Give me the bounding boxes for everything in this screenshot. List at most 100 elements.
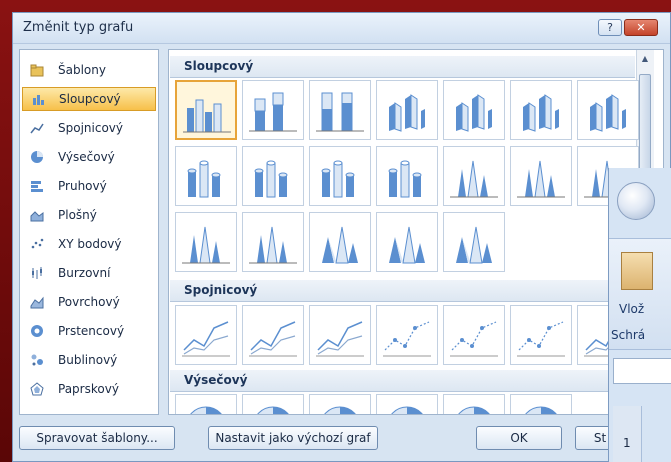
chart-subtype-linem-icon[interactable] [510, 305, 572, 365]
chart-subtype-pie-icon[interactable] [376, 394, 438, 414]
chart-subtype-pyr-icon[interactable] [376, 212, 438, 272]
manage-templates-button[interactable]: Spravovat šablony... [19, 426, 175, 450]
background-excel-window: Vlož Schrá 1 [608, 168, 671, 462]
category-label: Pruhový [58, 179, 107, 193]
chart-subtype-pie-icon[interactable] [443, 394, 505, 414]
category-pie-chart[interactable]: Výsečový [22, 145, 156, 169]
category-bubble-chart[interactable]: Bublinový [22, 348, 156, 372]
line-thumbnail [182, 321, 230, 357]
close-button[interactable]: ✕ [624, 19, 658, 36]
pie-thumbnail [458, 406, 490, 414]
linem-thumbnail [383, 321, 431, 357]
cyl-thumbnail [321, 160, 355, 198]
category-label: Paprskový [58, 382, 119, 396]
help-button[interactable]: ? [598, 19, 622, 36]
linem-thumbnail [517, 321, 565, 357]
chart-type-gallery: Sloupcový Spojnicový Výsečový ▲ [168, 49, 664, 415]
paste-icon[interactable] [621, 252, 653, 290]
chart-subtype-pyr-icon[interactable] [309, 212, 371, 272]
chart-subtype-full-icon[interactable] [309, 80, 371, 140]
formula-bar[interactable] [613, 358, 671, 384]
bar-chart-icon [31, 181, 43, 192]
chart-subtype-line-icon[interactable] [309, 305, 371, 365]
3d-thumbnail [456, 94, 492, 132]
chart-subtype-linem-icon[interactable] [443, 305, 505, 365]
clustered-thumbnail [183, 99, 231, 133]
office-button-icon[interactable] [617, 182, 655, 220]
chart-subtype-line-icon[interactable] [242, 305, 304, 365]
chart-subtype-3d-icon[interactable] [443, 80, 505, 140]
stacked-thumbnail [249, 92, 297, 132]
row-header [613, 406, 642, 462]
pie-thumbnail [324, 406, 356, 414]
category-label: Sloupcový [59, 92, 121, 106]
full-thumbnail [316, 92, 364, 132]
chart-subtype-line-icon[interactable] [175, 305, 237, 365]
pyr-thumbnail [322, 226, 358, 264]
category-label: Bublinový [58, 353, 118, 367]
scroll-up-icon[interactable]: ▲ [639, 54, 651, 66]
clipboard-label: Schrá [611, 328, 646, 342]
category-bar-chart[interactable]: Pruhový [22, 174, 156, 198]
chart-subtype-clustered-icon[interactable] [175, 80, 237, 140]
pie-thumbnail [257, 406, 289, 414]
section-header-line: Spojnicový [170, 280, 635, 302]
pyr-thumbnail [456, 226, 492, 264]
category-line-chart[interactable]: Spojnicový [22, 116, 156, 140]
section-header-pie: Výsečový [170, 370, 635, 392]
category-label: Spojnicový [58, 121, 123, 135]
section-header-column: Sloupcový [170, 56, 635, 78]
category-column-chart[interactable]: Sloupcový [22, 87, 156, 111]
radar-chart-icon [30, 382, 44, 396]
chart-subtype-stacked-icon[interactable] [242, 80, 304, 140]
cone-thumbnail [182, 226, 230, 264]
paste-label: Vlož [619, 302, 645, 316]
cone-thumbnail [450, 160, 498, 198]
chart-subtype-3d-icon[interactable] [510, 80, 572, 140]
category-folder[interactable]: Šablony [22, 58, 156, 82]
chart-subtype-pie-icon[interactable] [309, 394, 371, 414]
cyl-thumbnail [388, 160, 422, 198]
stock-chart-icon [32, 267, 42, 279]
chart-subtype-pie-icon[interactable] [175, 394, 237, 414]
ok-button[interactable]: OK [476, 426, 562, 450]
change-chart-type-dialog: Změnit typ grafu ? ✕ Šablony Sloupcový Spo… [12, 12, 671, 462]
3d-thumbnail [523, 94, 559, 132]
chart-subtype-pie-icon[interactable] [242, 394, 304, 414]
row-number: 1 [623, 436, 631, 450]
chart-subtype-pyr-icon[interactable] [443, 212, 505, 272]
set-default-chart-button[interactable]: Nastavit jako výchozí graf [208, 426, 378, 450]
line-chart-icon [30, 123, 44, 134]
chart-subtype-cone-icon[interactable] [242, 212, 304, 272]
category-radar-chart[interactable]: Paprskový [22, 377, 156, 401]
chart-subtype-cone-icon[interactable] [510, 146, 572, 206]
3d-thumbnail [389, 94, 425, 132]
line-thumbnail [249, 321, 297, 357]
scatter-chart-icon [31, 238, 44, 249]
category-stock-chart[interactable]: Burzovní [22, 261, 156, 285]
chart-subtype-pie-icon[interactable] [510, 394, 572, 414]
category-label: Prstencový [58, 324, 125, 338]
category-scatter-chart[interactable]: XY bodový [22, 232, 156, 256]
pie-thumbnail [190, 406, 222, 414]
category-surface-chart[interactable]: Povrchový [22, 290, 156, 314]
chart-subtype-cyl-icon[interactable] [175, 146, 237, 206]
linem-thumbnail [450, 321, 498, 357]
category-label: Výsečový [58, 150, 115, 164]
surface-chart-icon [30, 296, 44, 309]
category-label: Plošný [58, 208, 97, 222]
chart-subtype-linem-icon[interactable] [376, 305, 438, 365]
category-area-chart[interactable]: Plošný [22, 203, 156, 227]
chart-subtype-3d-icon[interactable] [376, 80, 438, 140]
chart-subtype-cone-icon[interactable] [175, 212, 237, 272]
chart-subtype-cyl-icon[interactable] [376, 146, 438, 206]
chart-subtype-cyl-icon[interactable] [242, 146, 304, 206]
column-chart-icon [33, 95, 44, 105]
category-doughnut-chart[interactable]: Prstencový [22, 319, 156, 343]
chart-subtype-cyl-icon[interactable] [309, 146, 371, 206]
chart-subtype-3d-icon[interactable] [577, 80, 639, 140]
line-thumbnail [316, 321, 364, 357]
folder-icon [30, 64, 44, 77]
chart-subtype-cone-icon[interactable] [443, 146, 505, 206]
pie-thumbnail [391, 406, 423, 414]
